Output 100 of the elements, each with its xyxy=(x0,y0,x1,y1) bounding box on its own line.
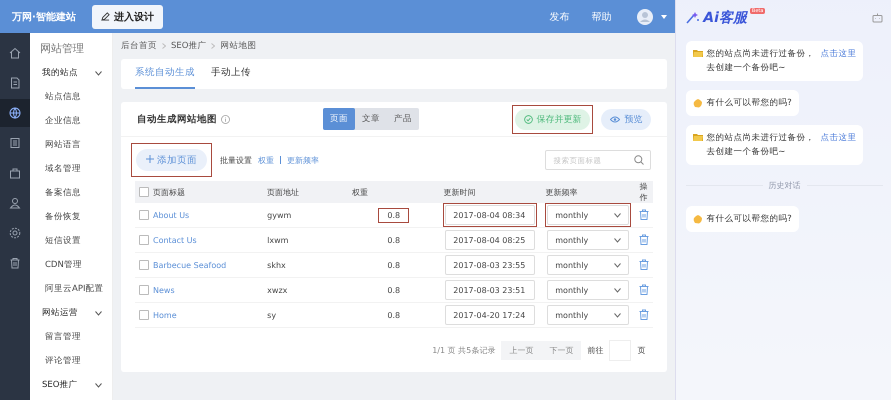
info-icon xyxy=(221,114,230,124)
assistant-title: Ai客服 xyxy=(703,8,747,26)
chevron-icon xyxy=(614,288,622,292)
weight-value[interactable]: 0.8 xyxy=(378,282,410,298)
sidebar-item[interactable]: CDN管理 xyxy=(30,253,112,277)
breadcrumb-separator-icon xyxy=(211,43,216,49)
sparkle-icon xyxy=(686,12,700,24)
table-cell: xwzx xyxy=(267,286,288,294)
caret-icon[interactable] xyxy=(661,14,668,18)
card-title: 自动生成网站地图 xyxy=(137,112,217,126)
frequency-select[interactable]: monthly xyxy=(547,255,630,275)
column-header: 页面地址 xyxy=(267,186,300,198)
column-header: 权重 xyxy=(352,186,368,198)
message-link[interactable]: 点击这里 xyxy=(820,133,856,143)
page-summary: 1/1 页 共5条记录 xyxy=(432,345,496,356)
segment-tab[interactable]: 文章 xyxy=(355,108,388,130)
check-circle-icon xyxy=(524,114,534,124)
date-field[interactable]: 2017-08-04 08:34 xyxy=(445,205,536,225)
message-link[interactable]: 点击这里 xyxy=(820,49,856,59)
column-header: 更新频率 xyxy=(545,186,578,198)
folder-icon xyxy=(693,133,704,141)
segment-tab[interactable]: 产品 xyxy=(387,108,420,130)
sidebar-item[interactable]: 留言管理 xyxy=(30,325,112,349)
row-checkbox[interactable] xyxy=(139,210,149,220)
message-text: 有什么可以帮您的吗? xyxy=(706,213,792,226)
sidebar-item[interactable]: 短信设置 xyxy=(30,229,112,253)
trash-icon xyxy=(9,257,21,269)
sidebar-item[interactable]: 站点信息 xyxy=(30,85,112,109)
message-text: 有什么可以帮您的吗? xyxy=(706,97,792,110)
weight-value[interactable]: 0.8 xyxy=(378,258,410,272)
breadcrumb-link[interactable]: SEO推广 xyxy=(171,40,206,52)
delete-icon[interactable] xyxy=(639,308,650,320)
weight-value[interactable]: 0.8 xyxy=(378,308,410,322)
robot-icon[interactable] xyxy=(872,12,883,23)
sidebar-item[interactable]: 备案信息 xyxy=(30,181,112,205)
sidebar-item[interactable]: 备份恢复 xyxy=(30,205,112,229)
logo: 万网·智能建站 xyxy=(12,10,77,24)
weight-value[interactable]: 0.8 xyxy=(378,208,410,222)
bag-icon xyxy=(9,167,21,179)
delete-icon[interactable] xyxy=(639,208,650,220)
column-header: 操作 xyxy=(639,181,648,203)
doc-icon xyxy=(9,77,21,89)
row-checkbox[interactable] xyxy=(139,285,149,295)
eye-icon xyxy=(610,116,620,122)
frequency-select[interactable]: monthly xyxy=(547,205,630,225)
frequency-select[interactable]: monthly xyxy=(547,230,630,250)
date-field[interactable]: 2017-04-20 17:24 xyxy=(445,305,536,325)
chevron-icon xyxy=(614,212,622,218)
globe-icon xyxy=(9,107,21,119)
table-cell: gywm xyxy=(267,210,292,220)
batch-label: 批量设置 xyxy=(220,154,252,166)
chevron-icon xyxy=(614,312,622,318)
delete-icon[interactable] xyxy=(639,284,650,294)
row-checkbox[interactable] xyxy=(139,235,149,245)
avatar-icon[interactable] xyxy=(637,8,654,24)
row-checkbox[interactable] xyxy=(139,310,149,320)
table-cell: skhx xyxy=(267,260,286,270)
select-all-checkbox[interactable] xyxy=(139,187,149,197)
sidebar-group[interactable]: 网站运营 xyxy=(30,301,112,325)
breadcrumb-link[interactable]: 网站地图 xyxy=(220,40,256,52)
goto-label: 前往 xyxy=(587,345,604,356)
history-divider-label: 历史对话 xyxy=(768,180,801,191)
frequency-select[interactable]: monthly xyxy=(547,305,630,325)
sidebar-group[interactable]: SEO推广 xyxy=(30,373,112,397)
table-cell: sy xyxy=(267,310,276,320)
weight-value[interactable]: 0.8 xyxy=(378,232,410,248)
chevron-icon xyxy=(614,238,622,242)
gear-icon xyxy=(9,227,21,239)
rail-item[interactable] xyxy=(0,99,30,127)
pen-icon xyxy=(101,12,110,21)
folder-icon xyxy=(693,49,704,57)
date-field[interactable]: 2017-08-03 23:51 xyxy=(445,280,536,300)
sidebar-item[interactable]: 评论管理 xyxy=(30,349,112,373)
delete-icon[interactable] xyxy=(639,234,650,244)
sidebar-item[interactable]: 阿里云API配置 xyxy=(30,277,112,301)
home-icon xyxy=(9,47,21,59)
column-header: 页面标题 xyxy=(153,186,185,198)
sidebar-item[interactable]: 域名管理 xyxy=(30,157,112,181)
date-field[interactable]: 2017-08-04 08:25 xyxy=(445,230,536,250)
user-icon xyxy=(9,197,21,209)
list-icon xyxy=(9,137,21,149)
frequency-select[interactable]: monthly xyxy=(547,280,630,300)
message-text: 您的站点尚未进行过备份， 点击这里 去创建一个备份吧~ xyxy=(706,48,856,75)
breadcrumb-link[interactable]: 后台首页 xyxy=(121,40,157,52)
plus-icon xyxy=(146,154,154,162)
row-checkbox[interactable] xyxy=(139,260,149,270)
sidebar-item[interactable]: 企业信息 xyxy=(30,109,112,133)
table-cell: lxwm xyxy=(267,236,288,244)
sidebar-item[interactable]: 网站语言 xyxy=(30,133,112,157)
design-button[interactable]: 进入设计 xyxy=(92,4,163,28)
sidebar-title: 网站管理 xyxy=(39,41,85,57)
tab[interactable]: 手动上传 xyxy=(211,66,251,89)
message-text: 您的站点尚未进行过备份， 点击这里 去创建一个备份吧~ xyxy=(706,132,856,159)
column-header: 更新时间 xyxy=(443,186,476,198)
search-icon xyxy=(634,155,644,165)
page-unit: 页 xyxy=(637,345,646,356)
sidebar-group[interactable]: 我的站点 xyxy=(30,61,112,85)
breadcrumb-separator-icon xyxy=(162,43,166,49)
date-field[interactable]: 2017-08-03 23:55 xyxy=(445,255,536,275)
delete-icon[interactable] xyxy=(639,258,650,270)
